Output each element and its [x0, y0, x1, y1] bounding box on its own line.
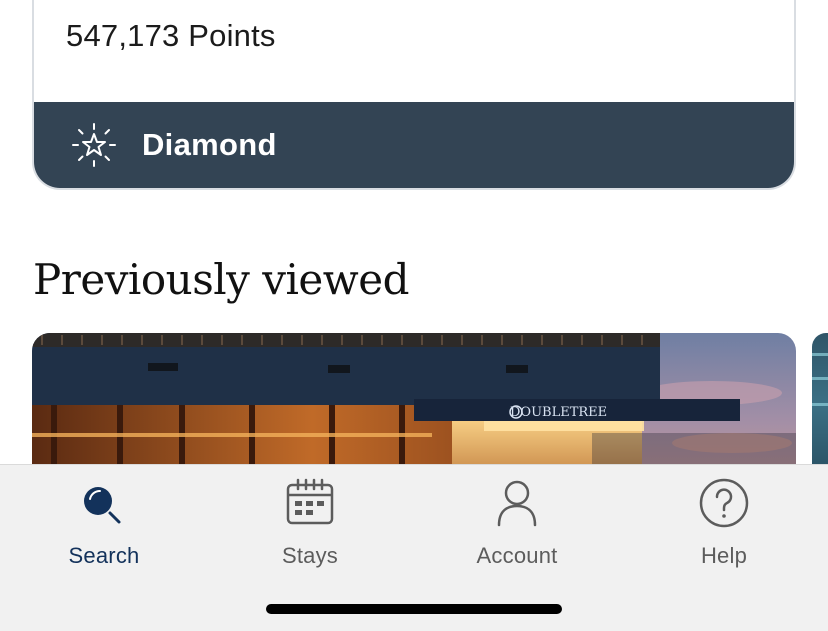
tab-help-label: Help [700, 543, 748, 568]
diamond-star-icon [72, 123, 116, 167]
person-icon [497, 480, 537, 527]
calendar-icon [286, 478, 334, 525]
tab-stays-label: Stays [281, 543, 339, 568]
points-balance: 547,173 Points [66, 18, 276, 53]
tier-banner: Diamond [34, 102, 794, 188]
app-screen: 547,173 Points Diamond Previously viewed [0, 0, 828, 631]
home-indicator[interactable] [266, 604, 562, 614]
tab-account[interactable]: Account [427, 475, 607, 575]
section-title-previously-viewed: Previously viewed [33, 255, 409, 304]
points-card[interactable]: 547,173 Points Diamond [32, 0, 796, 190]
tab-stays[interactable]: Stays [220, 475, 400, 575]
hotel-sign-text: DOUBLETREE [510, 405, 607, 420]
tier-label: Diamond [142, 127, 277, 162]
tab-search[interactable]: Search [14, 475, 194, 575]
tab-help[interactable]: Help [634, 475, 814, 575]
tab-account-label: Account [476, 543, 558, 568]
search-icon [84, 487, 121, 524]
question-icon [699, 478, 749, 528]
tab-search-label: Search [68, 543, 140, 568]
